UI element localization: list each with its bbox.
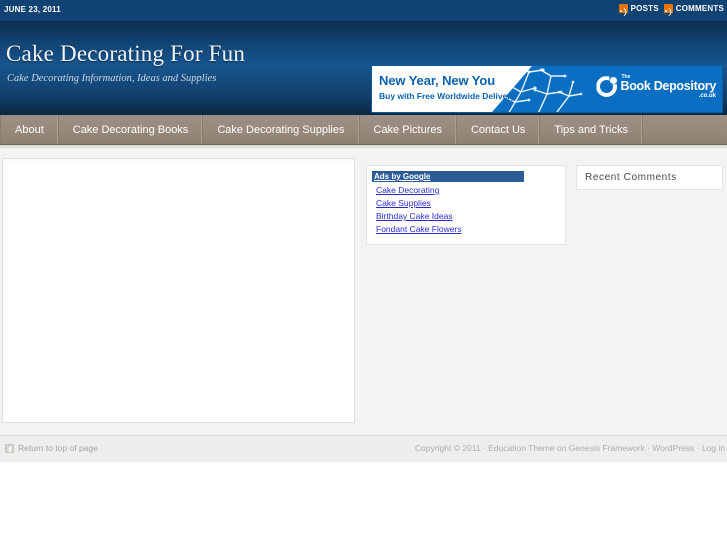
google-ads-block: Ads by Google Cake Decorating Cake Suppl… [366,165,566,245]
nav-item-cake-decorating-books[interactable]: Cake Decorating Books [59,115,204,144]
widget-recent-comments: Recent Comments [576,165,723,190]
nav-item-about[interactable]: About [0,115,59,144]
rss-icon [618,4,628,13]
sidebar: Recent Comments [576,165,723,190]
book-depository-logo: The Book Depository .co.uk [596,75,716,99]
return-to-top-link[interactable]: Return to top of page [5,443,98,453]
nav-item-cake-decorating-supplies[interactable]: Cake Decorating Supplies [203,115,360,144]
current-date: JUNE 23, 2011 [4,5,61,14]
site-header: Cake Decorating For Fun Cake Decorating … [0,21,727,115]
footer-credits[interactable]: Copyright © 2011 · Education Theme on Ge… [415,443,725,453]
site-title[interactable]: Cake Decorating For Fun [6,41,245,67]
site-description: Cake Decorating Information, Ideas and S… [7,73,217,84]
content-area: Ads by Google Cake Decorating Cake Suppl… [0,151,727,435]
widget-title-recent-comments: Recent Comments [585,172,677,183]
primary-navigation: About Cake Decorating Books Cake Decorat… [0,115,727,151]
nav-item-contact-us[interactable]: Contact Us [457,115,541,144]
ad-link-birthday-cake-ideas[interactable]: Birthday Cake Ideas [372,210,560,223]
book-depository-mark-icon [596,76,618,97]
page-root: JUNE 23, 2011 POSTS COMMENTS Cake Decora… [0,0,727,545]
brand-tld: .co.uk [698,92,716,99]
feed-links: POSTS COMMENTS [618,4,724,13]
banner-headline: New Year, New You [379,73,496,88]
site-footer: Return to top of page Copyright © 2011 ·… [0,435,727,462]
ads-by-google-label[interactable]: Ads by Google [372,171,524,182]
ad-link-fondant-cake-flowers[interactable]: Fondant Cake Flowers [372,223,560,236]
banner-subline: Buy with Free Worldwide Delivery [379,91,516,101]
main-content-column [2,158,355,423]
header-banner-ad[interactable]: New Year, New You Buy with Free Worldwid… [371,65,723,113]
ad-link-cake-supplies[interactable]: Cake Supplies [372,197,560,210]
nav-item-cake-pictures[interactable]: Cake Pictures [360,115,457,144]
posts-feed-label: POSTS [630,4,659,13]
arrow-up-icon [5,443,14,453]
top-utility-bar: JUNE 23, 2011 POSTS COMMENTS [0,0,727,21]
ad-link-cake-decorating[interactable]: Cake Decorating [372,184,560,197]
posts-feed-link[interactable]: POSTS [618,4,659,13]
nav-item-tips-and-tricks[interactable]: Tips and Tricks [540,115,643,144]
comments-feed-link[interactable]: COMMENTS [663,4,724,13]
book-depository-wordmark: The Book Depository .co.uk [620,75,716,99]
rss-icon [663,4,673,13]
brand-name: Book Depository [620,79,716,93]
return-to-top-label: Return to top of page [18,443,98,453]
comments-feed-label: COMMENTS [675,4,724,13]
